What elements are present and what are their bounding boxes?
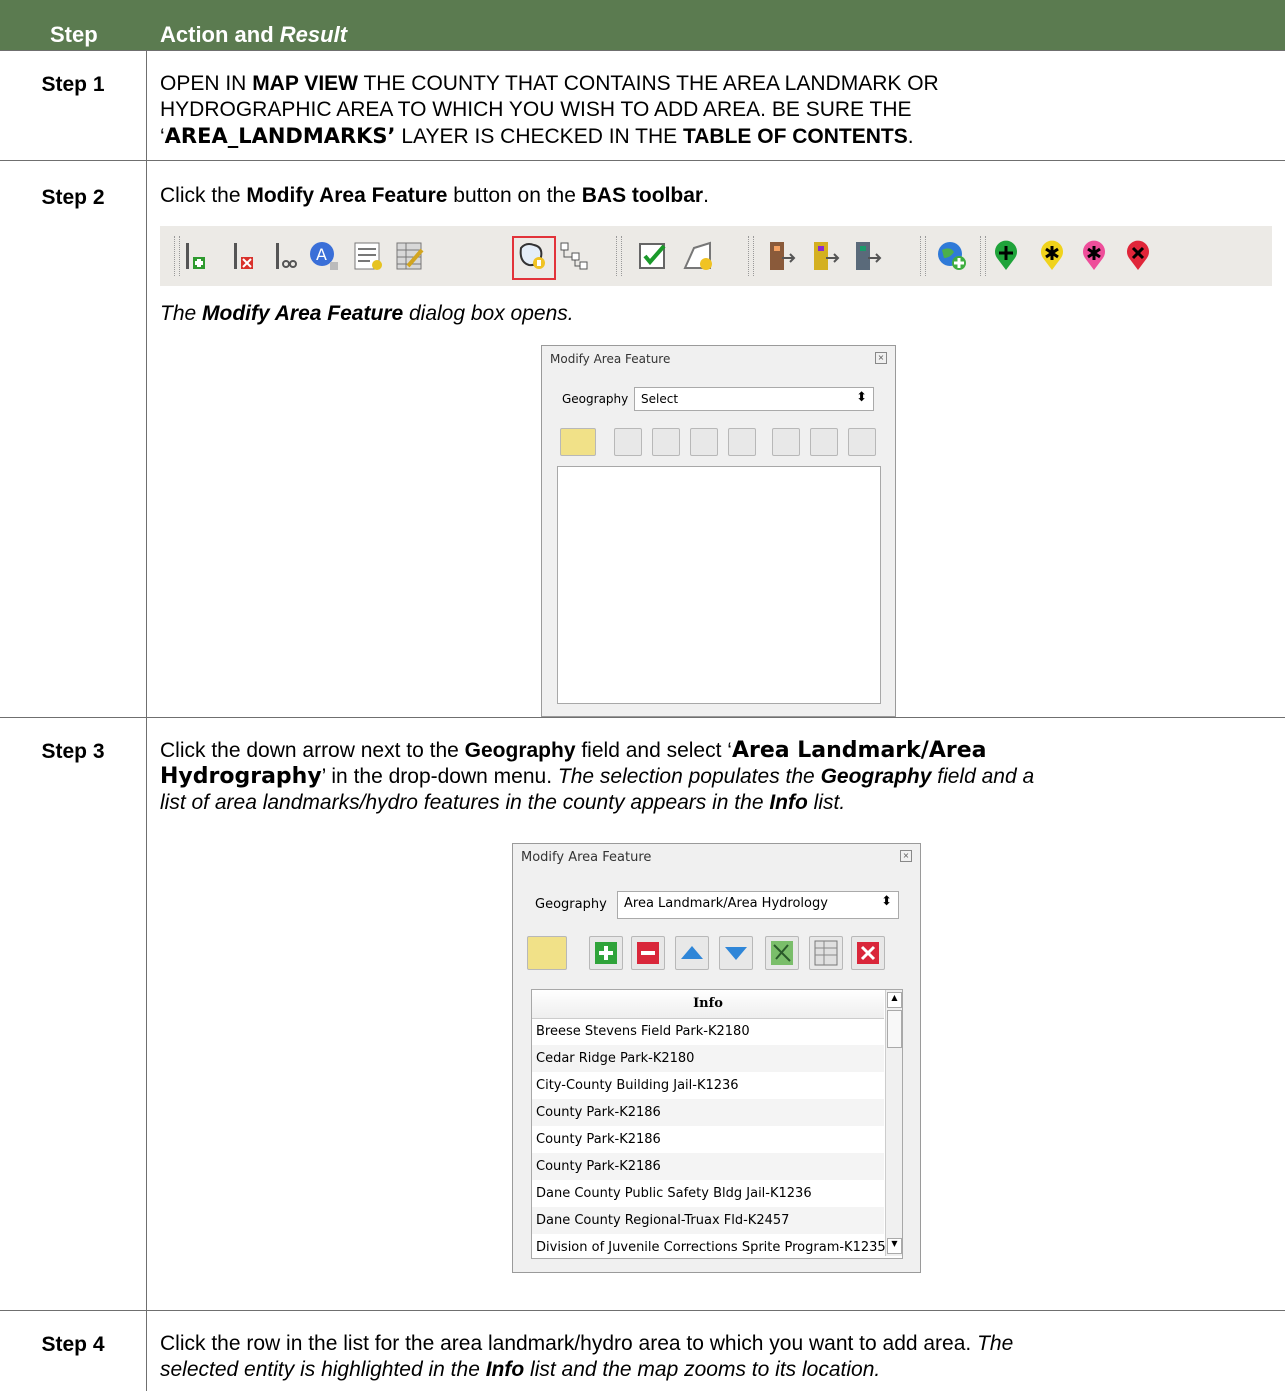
select-tool-button[interactable] — [527, 936, 567, 970]
action-column-header: Action and Result — [160, 22, 348, 47]
toolbar-grip — [980, 236, 986, 276]
attribute-icon[interactable] — [809, 936, 843, 970]
zoom-map-icon[interactable] — [765, 936, 799, 970]
table-row: Step 1 OPEN IN MAP VIEW THE COUNTY THAT … — [0, 50, 1285, 161]
delete-line-icon[interactable] — [228, 240, 260, 272]
column-divider — [146, 161, 147, 718]
step-2-text: Click the Modify Area Feature button on … — [160, 184, 709, 207]
step-label: Step 4 — [41, 1333, 105, 1356]
globe-add-icon[interactable] — [936, 240, 968, 272]
table-header: Step Action and Result — [0, 0, 1285, 50]
step-1-text: OPEN IN MAP VIEW THE COUNTY THAT CONTAIN… — [160, 72, 939, 148]
bas-toolbar: A — [160, 226, 1272, 286]
export-blue-icon[interactable] — [852, 240, 884, 272]
export-yellow-icon[interactable] — [810, 240, 842, 272]
column-divider — [146, 1311, 147, 1391]
modify-area-feature-dialog: Modify Area Feature × Geography Select ⬍ — [541, 345, 896, 717]
modify-area-feature-dialog-populated: Modify Area Feature × Geography Area Lan… — [512, 843, 921, 1273]
dialog-title: Modify Area Feature — [521, 850, 652, 865]
step-label: Step 2 — [41, 186, 105, 209]
info-list[interactable]: Info Breese Stevens Field Park-K2180 Ceda… — [531, 989, 903, 1259]
clear-button[interactable] — [848, 428, 876, 456]
close-icon[interactable]: × — [875, 352, 887, 364]
attribute-button[interactable] — [810, 428, 838, 456]
scroll-up-icon[interactable]: ▲ — [887, 992, 902, 1008]
validate-icon[interactable] — [636, 240, 668, 272]
new-area-icon[interactable] — [682, 240, 714, 272]
close-icon[interactable]: × — [900, 850, 912, 862]
move-up-button[interactable] — [690, 428, 718, 456]
export-icon[interactable] — [766, 240, 798, 272]
move-down-button[interactable] — [728, 428, 756, 456]
dialog-title: Modify Area Feature — [550, 352, 671, 366]
list-item[interactable]: County Park-K2186 — [532, 1099, 884, 1126]
step-2-result: The Modify Area Feature dialog box opens… — [160, 302, 574, 325]
column-divider — [146, 51, 147, 161]
info-column-header[interactable]: Info — [532, 990, 884, 1019]
list-item[interactable]: City-County Building Jail-K1236 — [532, 1072, 884, 1099]
zoom-map-button[interactable] — [772, 428, 800, 456]
vertical-scrollbar[interactable]: ▲ ▼ — [885, 990, 902, 1256]
edit-table-icon[interactable] — [394, 240, 426, 272]
toolbar-grip — [616, 236, 622, 276]
list-item[interactable]: Breese Stevens Field Park-K2180 — [532, 1018, 884, 1045]
info-list[interactable] — [557, 466, 881, 704]
add-line-icon[interactable] — [180, 240, 212, 272]
chevron-updown-icon: ⬍ — [881, 894, 892, 909]
scroll-down-icon[interactable]: ▼ — [887, 1238, 902, 1254]
move-down-icon[interactable] — [719, 936, 753, 970]
delete-point-icon[interactable] — [1122, 240, 1154, 272]
label-icon[interactable]: A — [308, 240, 340, 272]
clear-icon[interactable] — [851, 936, 885, 970]
scroll-thumb[interactable] — [887, 1010, 902, 1048]
table-row: Step 4 Click the row in the list for the… — [0, 1310, 1285, 1391]
move-up-icon[interactable] — [675, 936, 709, 970]
point-pink-icon[interactable] — [1078, 240, 1110, 272]
list-item[interactable]: County Park-K2186 — [532, 1153, 884, 1180]
geography-label: Geography — [535, 897, 607, 912]
list-item[interactable]: Dane County Public Safety Bldg Jail-K123… — [532, 1180, 884, 1207]
list-item[interactable]: County Park-K2186 — [532, 1126, 884, 1153]
toolbar-grip — [748, 236, 754, 276]
step-column-header: Step — [50, 22, 98, 47]
list-item[interactable]: Cedar Ridge Park-K2180 — [532, 1045, 884, 1072]
geography-label: Geography — [562, 392, 629, 406]
geography-select[interactable]: Area Landmark/Area Hydrology ⬍ — [617, 891, 899, 919]
toolbar-grip — [920, 236, 926, 276]
step-3-text: Click the down arrow next to the Geograp… — [160, 738, 1035, 814]
split-line-icon[interactable] — [270, 240, 302, 272]
geography-select[interactable]: Select ⬍ — [634, 387, 874, 411]
table-icon[interactable] — [352, 240, 384, 272]
remove-icon[interactable] — [631, 936, 665, 970]
list-item[interactable]: Division of Juvenile Corrections Sprite … — [532, 1234, 886, 1261]
step-label: Step 1 — [41, 73, 105, 96]
add-icon[interactable] — [589, 936, 623, 970]
hierarchy-icon[interactable] — [558, 240, 590, 272]
remove-button[interactable] — [652, 428, 680, 456]
step-label: Step 3 — [41, 740, 105, 763]
point-star-icon[interactable] — [1036, 240, 1068, 272]
add-button[interactable] — [614, 428, 642, 456]
select-tool-button[interactable] — [560, 428, 596, 456]
add-point-icon[interactable] — [990, 240, 1022, 272]
list-item[interactable]: Dane County Regional-Truax Fld-K2457 — [532, 1207, 884, 1234]
svg-text:A: A — [316, 245, 327, 264]
modify-area-feature-icon[interactable] — [516, 240, 548, 272]
column-divider — [146, 718, 147, 1311]
step-4-text: Click the row in the list for the area l… — [160, 1332, 1014, 1381]
chevron-updown-icon: ⬍ — [856, 390, 867, 405]
